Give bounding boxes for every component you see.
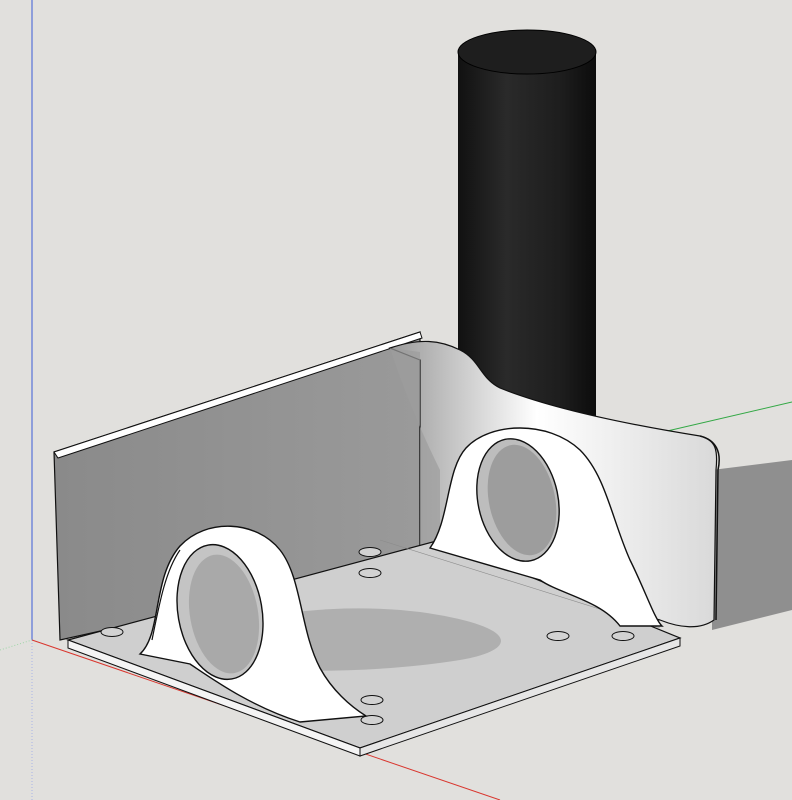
hole (358, 547, 382, 557)
hole (546, 631, 570, 641)
hole (611, 631, 635, 641)
y-axis-neg (0, 639, 33, 651)
y-axis (649, 401, 792, 436)
hole (358, 568, 382, 578)
hole (360, 695, 384, 705)
hole (100, 627, 124, 637)
modeling-viewport[interactable] (0, 0, 792, 800)
ground-shadow (712, 460, 792, 630)
